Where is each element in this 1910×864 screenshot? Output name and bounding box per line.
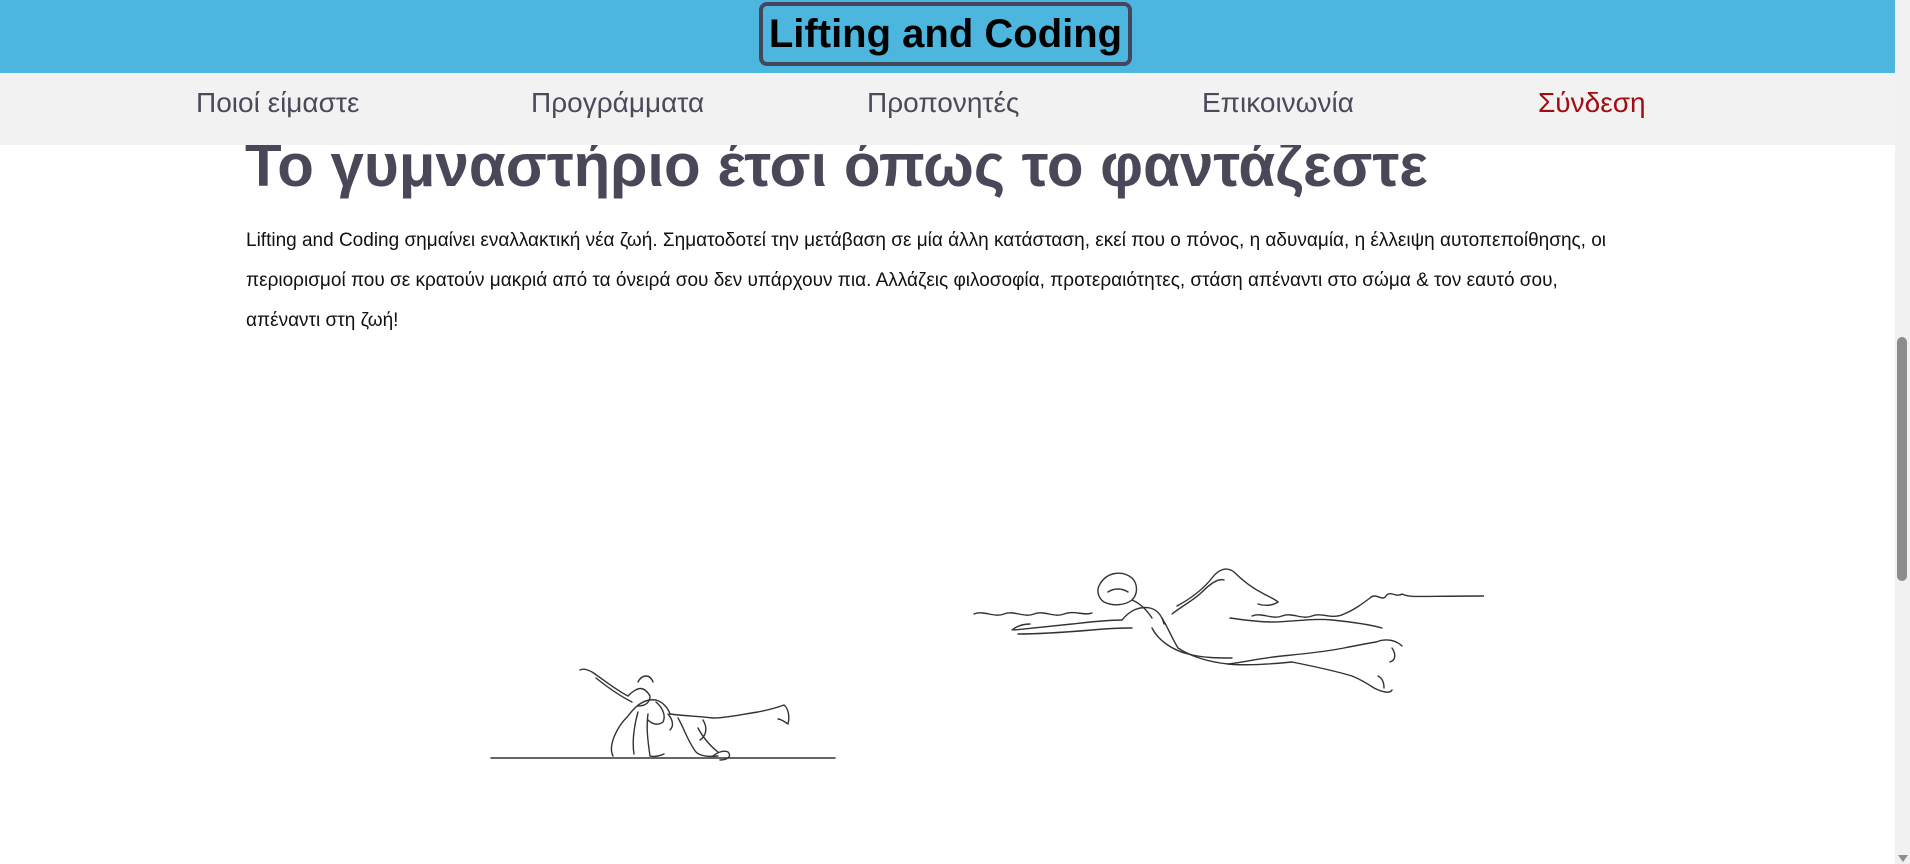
nav-item-contact[interactable]: Επικοινωνία: [1202, 87, 1354, 119]
intro-paragraph: Lifting and Coding σημαίνει εναλλακτική …: [246, 230, 1607, 331]
swimmer-illustration: [973, 568, 1484, 693]
vertical-scrollbar[interactable]: [1895, 0, 1910, 864]
page: Το γυμναστήριο έτσι όπως το φαντάζεστε L…: [0, 0, 1910, 864]
nav-item-programs[interactable]: Προγράμματα: [531, 87, 704, 119]
nav-item-login[interactable]: Σύνδεση: [1538, 87, 1646, 119]
scroll-down-arrow-icon[interactable]: [1898, 855, 1908, 862]
nav-item-who-we-are[interactable]: Ποιοί είμαστε: [196, 87, 359, 119]
header-bar: Lifting and Coding: [0, 0, 1895, 73]
scrollbar-thumb[interactable]: [1897, 337, 1907, 581]
main-navigation: Ποιοί είμαστε Προγράμματα Προπονητές Επι…: [0, 73, 1895, 145]
brand-logo-button[interactable]: Lifting and Coding: [759, 2, 1132, 66]
nav-item-trainers[interactable]: Προπονητές: [867, 87, 1019, 119]
yoga-bird-dog-illustration: [490, 668, 836, 761]
